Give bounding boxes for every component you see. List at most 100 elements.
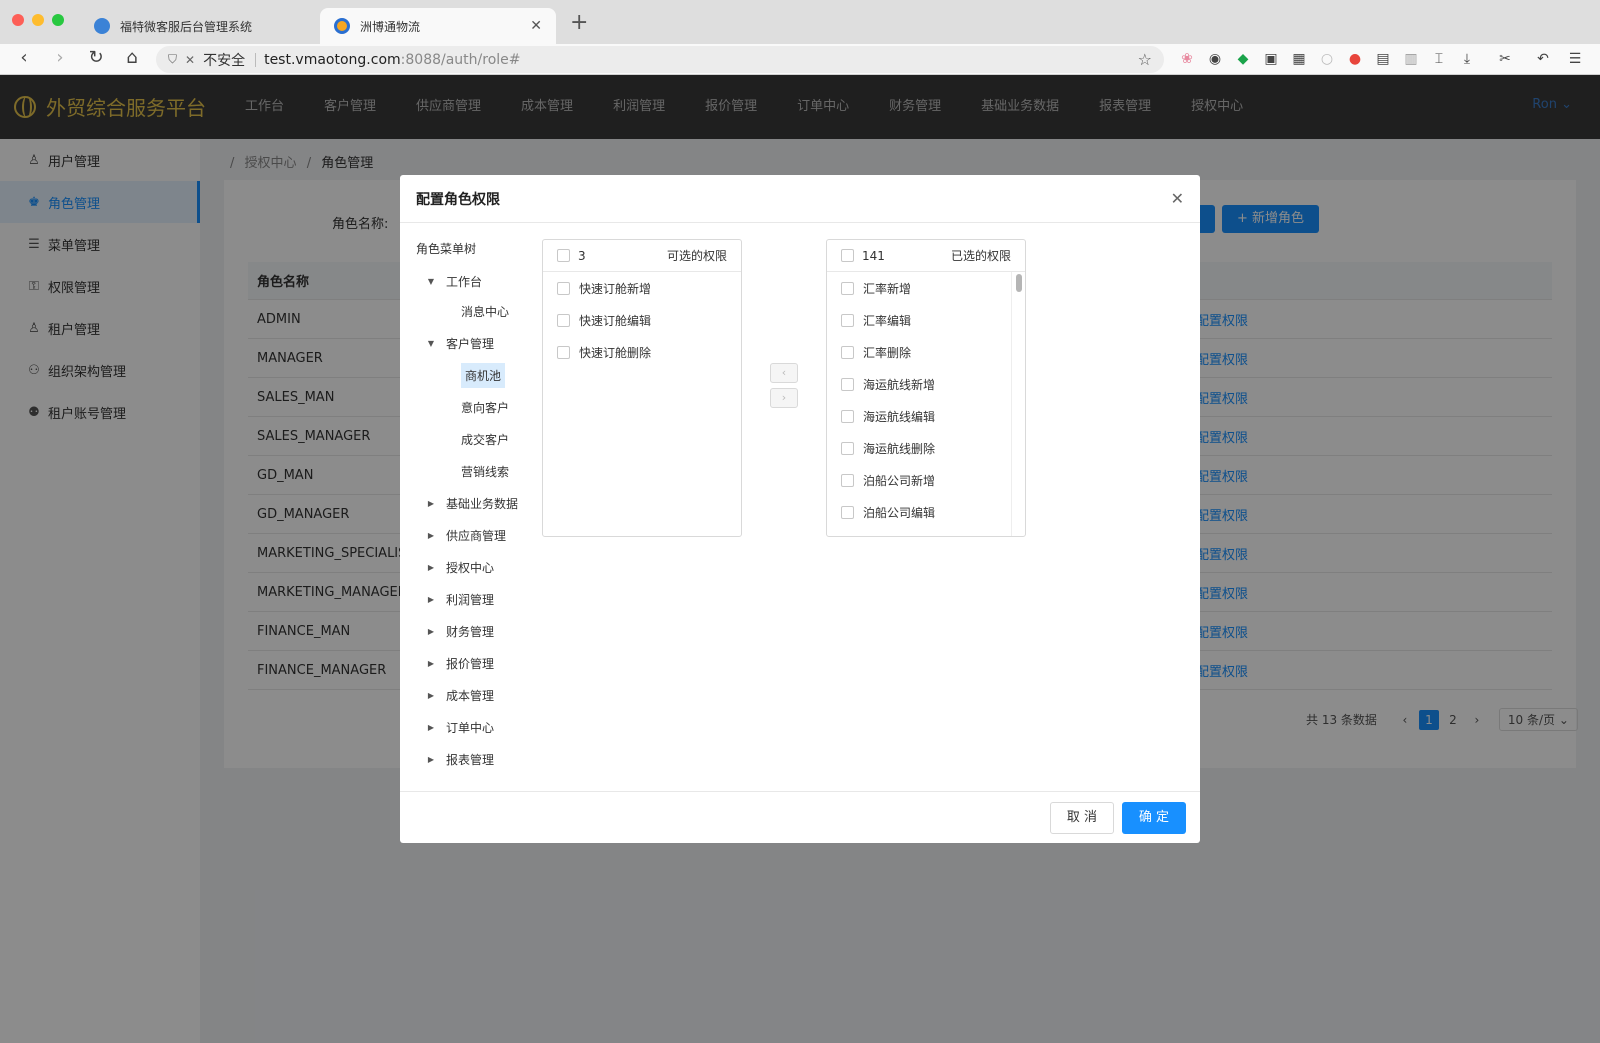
- tree-leaf[interactable]: 消息中心: [416, 295, 536, 327]
- tree-node[interactable]: ▶ 供应商管理: [416, 519, 536, 551]
- cancel-button[interactable]: 取 消: [1050, 802, 1114, 834]
- caret-right-icon[interactable]: ▶: [424, 627, 438, 636]
- url-path: :8088/auth/role#: [400, 51, 521, 68]
- download-icon[interactable]: ⤓: [1458, 50, 1476, 68]
- list-item[interactable]: 快速订舱删除: [543, 336, 741, 368]
- tree-node-label: 成本管理: [446, 688, 495, 703]
- item-checkbox[interactable]: [841, 441, 854, 455]
- tree-node[interactable]: ▶ 订单中心: [416, 711, 536, 743]
- tree-leaf-label: 意向客户: [461, 400, 510, 415]
- extension-icon[interactable]: ❀: [1178, 50, 1196, 68]
- tree-leaf-label: 商机池: [461, 362, 506, 388]
- tree-node[interactable]: ▶ 授权中心: [416, 551, 536, 583]
- tree-node[interactable]: ▶ 财务管理: [416, 615, 536, 647]
- close-tab-icon[interactable]: ✕: [530, 18, 542, 34]
- caret-right-icon[interactable]: ▶: [424, 723, 438, 732]
- extension-icon[interactable]: ○: [1318, 50, 1336, 68]
- browser-tab-bar: 福特微客服后台管理系统 洲博通物流 ✕ +: [0, 0, 1600, 44]
- list-item[interactable]: 泊船公司新增: [827, 464, 1025, 496]
- item-checkbox[interactable]: [841, 409, 854, 423]
- tree-node[interactable]: ▶ 利润管理: [416, 583, 536, 615]
- move-right-button[interactable]: ›: [770, 388, 798, 408]
- forward-icon[interactable]: ›: [48, 47, 72, 68]
- back-icon[interactable]: ‹: [12, 47, 36, 68]
- item-checkbox[interactable]: [841, 281, 854, 295]
- item-label: 海运航线编辑: [863, 409, 936, 424]
- tree-node[interactable]: ▶ 成本管理: [416, 679, 536, 711]
- item-checkbox[interactable]: [557, 281, 570, 295]
- move-left-button[interactable]: ‹: [770, 363, 798, 383]
- item-checkbox[interactable]: [841, 473, 854, 487]
- list-item[interactable]: 汇率编辑: [827, 304, 1025, 336]
- list-item[interactable]: 海运航线新增: [827, 368, 1025, 400]
- item-checkbox[interactable]: [841, 313, 854, 327]
- item-checkbox[interactable]: [841, 345, 854, 359]
- browser-tab-active[interactable]: 洲博通物流 ✕: [320, 8, 556, 44]
- caret-right-icon[interactable]: ▶: [424, 691, 438, 700]
- item-checkbox[interactable]: [841, 377, 854, 391]
- undo-icon[interactable]: ↶: [1534, 50, 1552, 68]
- panel-list: 快速订舱新增 快速订舱编辑 快速订舱删除: [543, 272, 741, 536]
- list-item[interactable]: 海运航线编辑: [827, 400, 1025, 432]
- caret-right-icon[interactable]: ▶: [424, 659, 438, 668]
- tree-leaf-selected[interactable]: 商机池: [416, 359, 536, 391]
- item-checkbox[interactable]: [557, 345, 570, 359]
- list-item[interactable]: 汇率新增: [827, 272, 1025, 304]
- extension-icon[interactable]: ⌶: [1430, 50, 1448, 68]
- extension-icon[interactable]: ▦: [1290, 50, 1308, 68]
- tree-node-label: 报价管理: [446, 656, 495, 671]
- item-checkbox[interactable]: [841, 505, 854, 519]
- list-item[interactable]: 海运航线删除: [827, 432, 1025, 464]
- extension-icon[interactable]: ◉: [1206, 50, 1224, 68]
- item-label: 海运航线删除: [863, 441, 936, 456]
- caret-right-icon[interactable]: ▶: [424, 755, 438, 764]
- tree-leaf[interactable]: 成交客户: [416, 423, 536, 455]
- list-item[interactable]: 快速订舱编辑: [543, 304, 741, 336]
- item-label: 泊船公司新增: [863, 473, 936, 488]
- tree-node[interactable]: ▼ 客户管理: [416, 327, 536, 359]
- tree-leaf[interactable]: 营销线索: [416, 455, 536, 487]
- caret-right-icon[interactable]: ▶: [424, 531, 438, 540]
- menu-icon[interactable]: ☰: [1566, 50, 1584, 68]
- item-checkbox[interactable]: [557, 313, 570, 327]
- extension-icon[interactable]: ●: [1346, 50, 1364, 68]
- list-item[interactable]: 汇率删除: [827, 336, 1025, 368]
- scrollbar[interactable]: [1011, 272, 1025, 536]
- tree-node[interactable]: ▶ 基础业务数据: [416, 487, 536, 519]
- reload-icon[interactable]: ↻: [84, 47, 108, 68]
- select-all-checkbox[interactable]: [841, 249, 854, 262]
- caret-down-icon[interactable]: ▼: [424, 339, 438, 348]
- caret-right-icon[interactable]: ▶: [424, 499, 438, 508]
- caret-right-icon[interactable]: ▶: [424, 595, 438, 604]
- tree-leaf-label: 营销线索: [461, 464, 510, 479]
- tree-node[interactable]: ▶ 报表管理: [416, 743, 536, 775]
- caret-down-icon[interactable]: ▼: [424, 277, 438, 286]
- extension-icon[interactable]: ▤: [1374, 50, 1392, 68]
- maximize-window-button[interactable]: [52, 14, 64, 26]
- list-item[interactable]: 泊船公司编辑: [827, 496, 1025, 528]
- close-window-button[interactable]: [12, 14, 24, 26]
- available-permissions-panel: 3 可选的权限 快速订舱新增 快速订舱编辑 快速订舱删除: [542, 239, 742, 537]
- scissors-icon[interactable]: ✂: [1496, 50, 1514, 68]
- list-item[interactable]: 快速订舱新增: [543, 272, 741, 304]
- select-all-checkbox[interactable]: [557, 249, 570, 262]
- tree-node[interactable]: ▶ 报价管理: [416, 647, 536, 679]
- extension-icon[interactable]: ▥: [1402, 50, 1420, 68]
- confirm-button[interactable]: 确 定: [1122, 802, 1186, 834]
- tree-leaf[interactable]: 意向客户: [416, 391, 536, 423]
- home-icon[interactable]: ⌂: [120, 47, 144, 68]
- item-label: 快速订舱新增: [579, 281, 652, 296]
- camera-icon[interactable]: ▣: [1262, 50, 1280, 68]
- address-bar[interactable]: ⛉ ✕ 不安全 test.vmaotong.com :8088/auth/rol…: [156, 46, 1164, 73]
- tab-favicon-icon: [94, 18, 110, 34]
- tag-extension-icon[interactable]: ◆: [1234, 50, 1252, 68]
- minimize-window-button[interactable]: [32, 14, 44, 26]
- tree-node[interactable]: ▼ 工作台: [416, 267, 536, 295]
- browser-tab-inactive[interactable]: 福特微客服后台管理系统: [80, 8, 316, 44]
- caret-right-icon[interactable]: ▶: [424, 563, 438, 572]
- scrollbar-thumb[interactable]: [1016, 274, 1022, 292]
- bookmark-star-icon[interactable]: ☆: [1138, 50, 1152, 69]
- panel-header: 141 已选的权限: [827, 240, 1025, 272]
- new-tab-icon[interactable]: +: [570, 10, 588, 35]
- close-icon[interactable]: ✕: [1171, 189, 1184, 208]
